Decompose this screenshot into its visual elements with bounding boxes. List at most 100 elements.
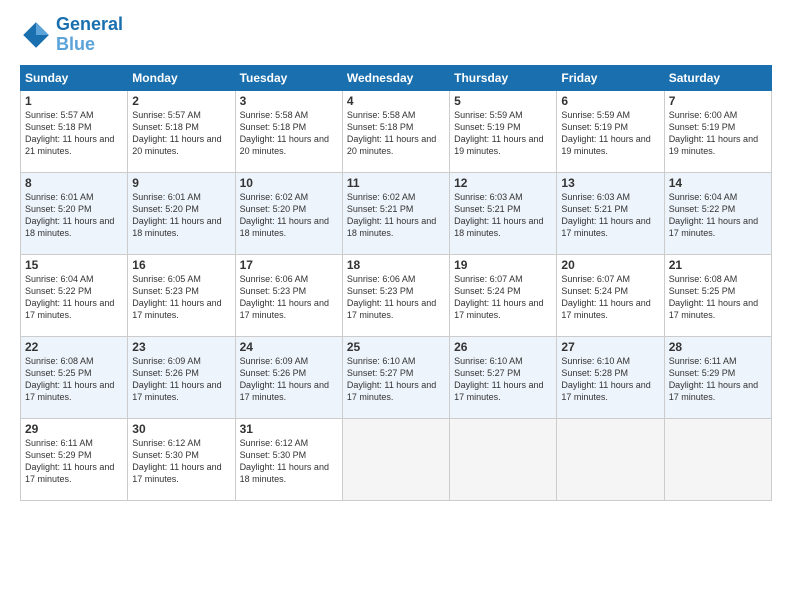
day-info: Sunrise: 6:07 AM Sunset: 5:24 PM Dayligh… (561, 273, 659, 322)
day-number: 4 (347, 94, 445, 108)
col-header-friday: Friday (557, 65, 664, 90)
calendar-cell: 1Sunrise: 5:57 AM Sunset: 5:18 PM Daylig… (21, 90, 128, 172)
day-info: Sunrise: 5:58 AM Sunset: 5:18 PM Dayligh… (240, 109, 338, 158)
calendar-cell: 16Sunrise: 6:05 AM Sunset: 5:23 PM Dayli… (128, 254, 235, 336)
calendar-cell: 3Sunrise: 5:58 AM Sunset: 5:18 PM Daylig… (235, 90, 342, 172)
calendar-cell: 2Sunrise: 5:57 AM Sunset: 5:18 PM Daylig… (128, 90, 235, 172)
day-number: 5 (454, 94, 552, 108)
day-number: 23 (132, 340, 230, 354)
day-info: Sunrise: 6:01 AM Sunset: 5:20 PM Dayligh… (25, 191, 123, 240)
col-header-thursday: Thursday (450, 65, 557, 90)
calendar-cell: 6Sunrise: 5:59 AM Sunset: 5:19 PM Daylig… (557, 90, 664, 172)
day-info: Sunrise: 6:02 AM Sunset: 5:20 PM Dayligh… (240, 191, 338, 240)
day-info: Sunrise: 5:57 AM Sunset: 5:18 PM Dayligh… (25, 109, 123, 158)
logo-text: General Blue (56, 15, 123, 55)
calendar-cell: 5Sunrise: 5:59 AM Sunset: 5:19 PM Daylig… (450, 90, 557, 172)
day-number: 20 (561, 258, 659, 272)
calendar-cell: 29Sunrise: 6:11 AM Sunset: 5:29 PM Dayli… (21, 418, 128, 500)
day-number: 8 (25, 176, 123, 190)
day-info: Sunrise: 6:06 AM Sunset: 5:23 PM Dayligh… (347, 273, 445, 322)
calendar-cell (450, 418, 557, 500)
day-number: 7 (669, 94, 767, 108)
calendar-cell: 15Sunrise: 6:04 AM Sunset: 5:22 PM Dayli… (21, 254, 128, 336)
col-header-saturday: Saturday (664, 65, 771, 90)
calendar-cell (557, 418, 664, 500)
day-number: 29 (25, 422, 123, 436)
col-header-monday: Monday (128, 65, 235, 90)
calendar-cell: 7Sunrise: 6:00 AM Sunset: 5:19 PM Daylig… (664, 90, 771, 172)
calendar-cell: 12Sunrise: 6:03 AM Sunset: 5:21 PM Dayli… (450, 172, 557, 254)
header-row: SundayMondayTuesdayWednesdayThursdayFrid… (21, 65, 772, 90)
day-info: Sunrise: 6:04 AM Sunset: 5:22 PM Dayligh… (25, 273, 123, 322)
day-number: 10 (240, 176, 338, 190)
week-row-2: 8Sunrise: 6:01 AM Sunset: 5:20 PM Daylig… (21, 172, 772, 254)
day-number: 17 (240, 258, 338, 272)
day-number: 13 (561, 176, 659, 190)
day-info: Sunrise: 5:57 AM Sunset: 5:18 PM Dayligh… (132, 109, 230, 158)
day-number: 9 (132, 176, 230, 190)
day-number: 16 (132, 258, 230, 272)
calendar-cell (664, 418, 771, 500)
calendar-cell: 24Sunrise: 6:09 AM Sunset: 5:26 PM Dayli… (235, 336, 342, 418)
day-info: Sunrise: 6:07 AM Sunset: 5:24 PM Dayligh… (454, 273, 552, 322)
day-info: Sunrise: 5:59 AM Sunset: 5:19 PM Dayligh… (561, 109, 659, 158)
week-row-3: 15Sunrise: 6:04 AM Sunset: 5:22 PM Dayli… (21, 254, 772, 336)
header: General Blue (20, 15, 772, 55)
day-info: Sunrise: 6:11 AM Sunset: 5:29 PM Dayligh… (669, 355, 767, 404)
day-number: 25 (347, 340, 445, 354)
calendar-cell: 30Sunrise: 6:12 AM Sunset: 5:30 PM Dayli… (128, 418, 235, 500)
day-info: Sunrise: 6:04 AM Sunset: 5:22 PM Dayligh… (669, 191, 767, 240)
day-number: 27 (561, 340, 659, 354)
logo: General Blue (20, 15, 123, 55)
day-info: Sunrise: 6:02 AM Sunset: 5:21 PM Dayligh… (347, 191, 445, 240)
day-number: 15 (25, 258, 123, 272)
col-header-tuesday: Tuesday (235, 65, 342, 90)
calendar-cell: 27Sunrise: 6:10 AM Sunset: 5:28 PM Dayli… (557, 336, 664, 418)
day-number: 28 (669, 340, 767, 354)
calendar-cell: 23Sunrise: 6:09 AM Sunset: 5:26 PM Dayli… (128, 336, 235, 418)
day-info: Sunrise: 6:08 AM Sunset: 5:25 PM Dayligh… (25, 355, 123, 404)
day-info: Sunrise: 6:00 AM Sunset: 5:19 PM Dayligh… (669, 109, 767, 158)
day-info: Sunrise: 5:58 AM Sunset: 5:18 PM Dayligh… (347, 109, 445, 158)
day-number: 1 (25, 94, 123, 108)
calendar-cell: 13Sunrise: 6:03 AM Sunset: 5:21 PM Dayli… (557, 172, 664, 254)
logo-icon (20, 19, 52, 51)
day-number: 2 (132, 94, 230, 108)
day-number: 6 (561, 94, 659, 108)
calendar-cell: 8Sunrise: 6:01 AM Sunset: 5:20 PM Daylig… (21, 172, 128, 254)
col-header-wednesday: Wednesday (342, 65, 449, 90)
calendar-cell: 31Sunrise: 6:12 AM Sunset: 5:30 PM Dayli… (235, 418, 342, 500)
page: General Blue SundayMondayTuesdayWednesda… (0, 0, 792, 612)
day-number: 12 (454, 176, 552, 190)
day-info: Sunrise: 6:12 AM Sunset: 5:30 PM Dayligh… (240, 437, 338, 486)
week-row-4: 22Sunrise: 6:08 AM Sunset: 5:25 PM Dayli… (21, 336, 772, 418)
day-info: Sunrise: 5:59 AM Sunset: 5:19 PM Dayligh… (454, 109, 552, 158)
calendar-cell: 11Sunrise: 6:02 AM Sunset: 5:21 PM Dayli… (342, 172, 449, 254)
day-info: Sunrise: 6:03 AM Sunset: 5:21 PM Dayligh… (561, 191, 659, 240)
day-number: 14 (669, 176, 767, 190)
day-info: Sunrise: 6:08 AM Sunset: 5:25 PM Dayligh… (669, 273, 767, 322)
calendar-cell: 19Sunrise: 6:07 AM Sunset: 5:24 PM Dayli… (450, 254, 557, 336)
calendar-cell: 25Sunrise: 6:10 AM Sunset: 5:27 PM Dayli… (342, 336, 449, 418)
day-info: Sunrise: 6:09 AM Sunset: 5:26 PM Dayligh… (132, 355, 230, 404)
day-number: 22 (25, 340, 123, 354)
day-number: 24 (240, 340, 338, 354)
day-number: 18 (347, 258, 445, 272)
calendar-cell: 9Sunrise: 6:01 AM Sunset: 5:20 PM Daylig… (128, 172, 235, 254)
day-info: Sunrise: 6:06 AM Sunset: 5:23 PM Dayligh… (240, 273, 338, 322)
day-info: Sunrise: 6:10 AM Sunset: 5:27 PM Dayligh… (347, 355, 445, 404)
day-number: 26 (454, 340, 552, 354)
calendar-cell: 21Sunrise: 6:08 AM Sunset: 5:25 PM Dayli… (664, 254, 771, 336)
calendar-cell: 20Sunrise: 6:07 AM Sunset: 5:24 PM Dayli… (557, 254, 664, 336)
col-header-sunday: Sunday (21, 65, 128, 90)
day-number: 21 (669, 258, 767, 272)
day-info: Sunrise: 6:10 AM Sunset: 5:28 PM Dayligh… (561, 355, 659, 404)
calendar-cell (342, 418, 449, 500)
calendar-cell: 26Sunrise: 6:10 AM Sunset: 5:27 PM Dayli… (450, 336, 557, 418)
day-number: 31 (240, 422, 338, 436)
day-info: Sunrise: 6:11 AM Sunset: 5:29 PM Dayligh… (25, 437, 123, 486)
day-number: 11 (347, 176, 445, 190)
day-info: Sunrise: 6:05 AM Sunset: 5:23 PM Dayligh… (132, 273, 230, 322)
calendar-cell: 14Sunrise: 6:04 AM Sunset: 5:22 PM Dayli… (664, 172, 771, 254)
week-row-1: 1Sunrise: 5:57 AM Sunset: 5:18 PM Daylig… (21, 90, 772, 172)
